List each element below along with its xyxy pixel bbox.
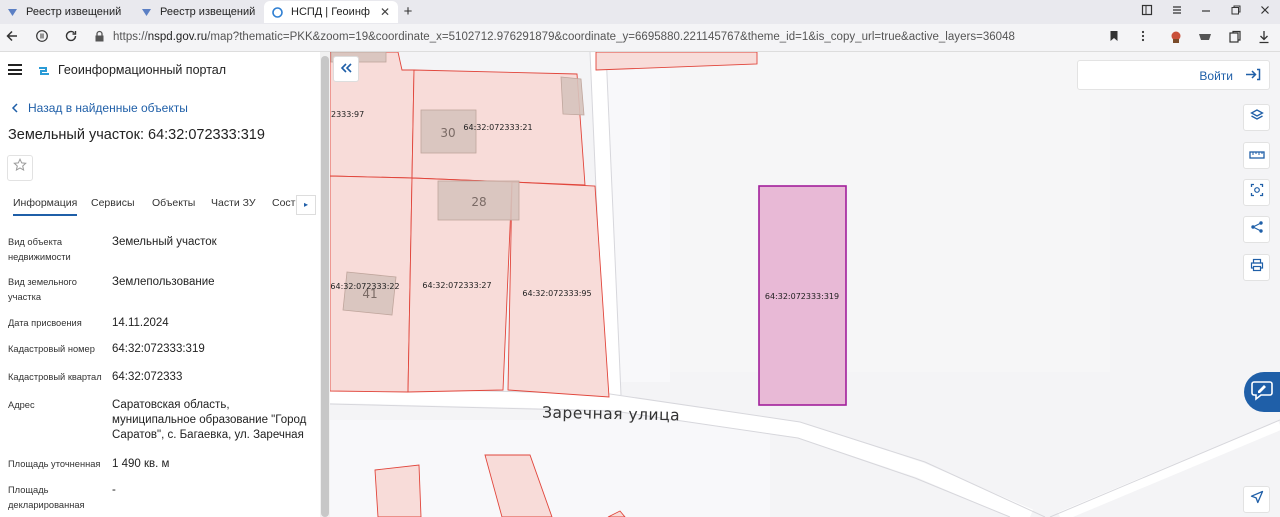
cadastral-map: 64:32:072333:319 64:32:072333:21 64:32:0… [330, 52, 1280, 517]
back-arrow-icon[interactable] [3, 29, 21, 47]
download-icon[interactable] [1256, 30, 1272, 46]
url-field[interactable]: https://nspd.gov.ru/map?thematic=PKK&zoo… [113, 31, 1015, 43]
collections-icon[interactable] [1227, 30, 1243, 46]
login-icon [1245, 68, 1261, 84]
property-value: 64:32:072333 [112, 371, 183, 383]
browser-tab-1[interactable]: Реестр извещений [6, 1, 121, 23]
parcel [374, 464, 422, 517]
tab-label: Реестр извещений [26, 6, 122, 18]
lock-icon[interactable] [90, 29, 108, 47]
new-tab-button[interactable]: + [400, 4, 416, 20]
print-icon [1250, 258, 1264, 277]
ruler-icon [1248, 147, 1265, 165]
object-title: Земельный участок: 64:32:072333:319 [8, 127, 265, 143]
menu-icon[interactable] [1171, 4, 1183, 19]
property-value: 64:32:072333:319 [112, 343, 205, 355]
tabs-next-button[interactable]: ▸ [296, 195, 316, 215]
minimize-icon[interactable] [1200, 4, 1212, 19]
help-chat-icon [1250, 379, 1274, 406]
print-button[interactable] [1243, 254, 1270, 281]
property-label: Адрес [8, 400, 35, 410]
tab-parts[interactable]: Части ЗУ [211, 197, 256, 209]
panel-tabs: Информация Сервисы Объекты Части ЗУ Сост… [0, 192, 320, 216]
extension-icon[interactable] [1168, 30, 1184, 46]
measure-button[interactable] [1243, 142, 1270, 169]
select-area-button[interactable] [1243, 179, 1270, 206]
browser-tab-bar: Реестр извещений Реестр извещений НСПД |… [0, 0, 1280, 24]
back-link-label: Назад в найденные объекты [28, 101, 188, 115]
tab-services[interactable]: Сервисы [91, 197, 135, 209]
property-value: Саратовская область, муниципальное образ… [112, 399, 307, 441]
property-value: Землепользование [112, 276, 215, 288]
star-icon [13, 158, 27, 176]
building-number: 41 [362, 287, 377, 301]
parcel-label: 64:32:072333:21 [463, 123, 532, 132]
restore-icon[interactable] [1230, 4, 1242, 19]
property-value: - [112, 484, 116, 496]
bookmarks-panel-icon[interactable] [1141, 4, 1153, 19]
back-to-results-link[interactable]: Назад в найденные объекты [11, 100, 188, 116]
browser-tab-active[interactable]: НСПД | Геоинформаци ✕ [264, 1, 398, 23]
scrollbar-thumb[interactable] [321, 56, 329, 517]
extension-icon[interactable] [1197, 30, 1213, 46]
property-label: Площадь уточненная [8, 459, 101, 469]
address-bar: https://nspd.gov.ru/map?thematic=PKK&zoo… [0, 24, 1280, 52]
property-label: Кадастровый номер [8, 344, 95, 354]
share-icon [1250, 220, 1264, 239]
selected-parcel-label: 64:32:072333:319 [765, 292, 839, 301]
layers-icon [1249, 108, 1264, 127]
collapse-panel-icon [340, 60, 352, 77]
parcel-label: 64:32:072333:27 [422, 281, 491, 290]
tab-favicon-icon [140, 6, 152, 18]
street-label: Заречная улица [542, 404, 680, 425]
tab-label: Реестр извещений [160, 6, 256, 18]
tab-objects[interactable]: Объекты [152, 197, 195, 209]
login-button[interactable]: Войти [1077, 60, 1270, 90]
tab-label: НСПД | Геоинформаци [291, 6, 370, 18]
navigation-button[interactable] [1243, 486, 1270, 513]
url-path: /map?thematic=PKK&zoom=19&coordinate_x=5… [207, 31, 1015, 43]
property-label: Дата присвоения [8, 318, 82, 328]
portal-logo-icon[interactable] [38, 64, 50, 76]
building-number: 30 [440, 126, 455, 140]
tab-composition[interactable]: Сост [272, 197, 295, 209]
tab-favicon-icon [6, 6, 18, 18]
building [560, 76, 585, 116]
tab-favicon-icon [272, 6, 283, 18]
help-chat-button[interactable] [1244, 372, 1280, 412]
portal-title[interactable]: Геоинформационный портал [58, 63, 226, 77]
close-window-icon[interactable] [1259, 4, 1271, 19]
property-value: 1 490 кв. м [112, 458, 170, 470]
hamburger-icon[interactable] [8, 64, 22, 75]
reload-icon[interactable] [62, 29, 80, 47]
select-area-icon [1250, 183, 1264, 202]
url-prefix: https:// [113, 31, 148, 43]
share-button[interactable] [1243, 216, 1270, 243]
building-number: 28 [471, 195, 486, 209]
more-icon[interactable] [1135, 30, 1151, 46]
protect-icon[interactable] [33, 29, 51, 47]
bookmark-icon[interactable] [1106, 30, 1122, 46]
property-label: Кадастровый квартал [8, 372, 102, 382]
property-value: Земельный участок [112, 236, 217, 248]
layers-button[interactable] [1243, 104, 1270, 131]
favorite-button[interactable] [7, 155, 33, 181]
collapse-panel-button[interactable] [333, 56, 359, 82]
object-info-panel: Геоинформационный портал Назад в найденн… [0, 52, 320, 517]
map-canvas[interactable]: 64:32:072333:319 64:32:072333:21 64:32:0… [330, 52, 1280, 517]
navigation-arrow-icon [1250, 490, 1264, 509]
login-label: Войти [1199, 69, 1233, 83]
browser-tab-2[interactable]: Реестр извещений [140, 1, 255, 23]
property-value: 14.11.2024 [112, 317, 169, 329]
parcel-label: 2333:97 [331, 110, 364, 119]
url-host: nspd.gov.ru [147, 31, 208, 43]
tab-information[interactable]: Информация [13, 197, 78, 216]
property-label: Вид объекта недвижимости [8, 237, 71, 262]
panel-scrollbar[interactable] [320, 52, 330, 517]
property-label: Площадь декларированная [8, 485, 85, 510]
property-label: Вид земельного участка [8, 277, 77, 302]
back-chevron-icon [11, 100, 18, 116]
tab-close-icon[interactable]: ✕ [380, 5, 390, 19]
parcel-label: 64:32:072333:95 [522, 289, 591, 298]
